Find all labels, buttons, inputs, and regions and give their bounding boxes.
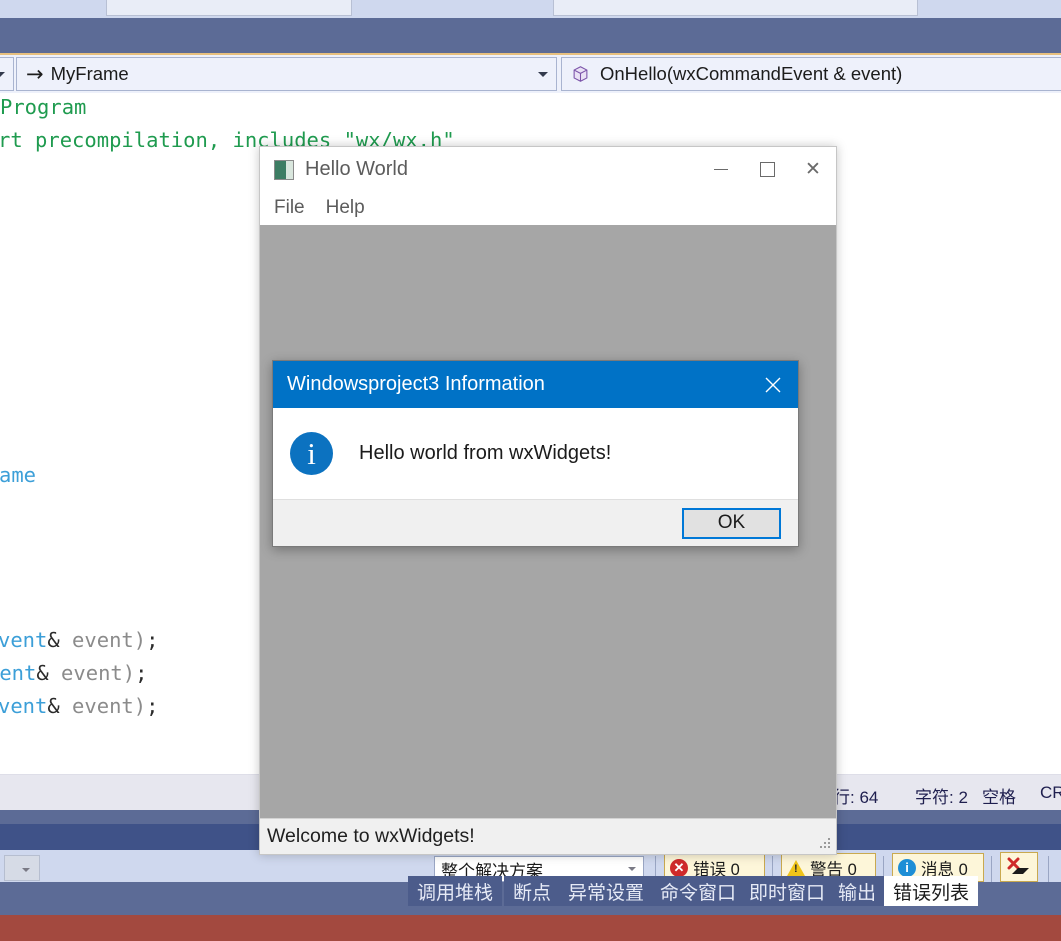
code-token: event (60, 694, 134, 718)
screen-root: → MyFrame OnHello(wxCommandEvent & event… (0, 0, 1061, 941)
arrow-right-icon: → (26, 64, 44, 85)
tab-call-stack[interactable]: 调用堆栈 (408, 876, 502, 906)
minimize-icon (714, 169, 728, 170)
close-button[interactable]: ✕ (790, 147, 836, 192)
status-encoding: CR (1040, 783, 1061, 803)
code-token: ) (134, 694, 146, 718)
clear-errors-button[interactable] (1000, 852, 1038, 882)
code-token: ; (146, 694, 158, 718)
window-status-bar: Welcome to wxWidgets! (260, 818, 836, 854)
code-token: ) (123, 661, 135, 685)
close-icon (762, 374, 784, 396)
code-line: vent& event); (0, 628, 158, 652)
menu-item-help[interactable]: Help (326, 197, 365, 219)
project-dropdown[interactable] (0, 57, 14, 91)
chevron-down-icon[interactable] (22, 868, 30, 872)
status-spaces: 空格 (982, 783, 1016, 808)
chevron-down-icon[interactable] (536, 67, 550, 81)
chevron-down-icon[interactable] (0, 67, 7, 81)
code-line: vent& event); (0, 661, 147, 685)
code-token: vent (0, 661, 36, 685)
scope-dropdown[interactable]: → MyFrame (16, 57, 557, 91)
code-token: event (60, 628, 134, 652)
member-dropdown[interactable]: OnHello(wxCommandEvent & event) (561, 57, 1061, 91)
window-controls: ✕ (698, 147, 836, 192)
warning-icon (787, 860, 805, 876)
ok-button[interactable]: OK (682, 508, 781, 539)
error-icon: ✕ (670, 859, 688, 877)
toolbar-separator (1048, 856, 1049, 882)
wxwidgets-app-icon (274, 160, 294, 180)
status-char-number: 字符: 2 (915, 783, 968, 808)
method-cube-icon (572, 65, 589, 83)
window-status-text: Welcome to wxWidgets! (267, 825, 475, 848)
window-title: Hello World (305, 158, 408, 181)
ide-docking-band (0, 18, 1061, 53)
dialog-body: i Hello world from wxWidgets! (273, 408, 798, 499)
dialog-title-bar: Windowsproject3 Information (273, 361, 798, 408)
minimize-button[interactable] (698, 147, 744, 192)
code-token: & (36, 661, 48, 685)
ide-toolbar-band (0, 0, 1061, 18)
toolbar-combo-b[interactable] (553, 0, 918, 16)
code-token: ) (134, 628, 146, 652)
tab-immediate-window[interactable]: 即时窗口 (740, 876, 834, 906)
close-icon: ✕ (805, 158, 821, 181)
clear-errors-icon (1007, 857, 1031, 877)
code-token: vent (0, 694, 47, 718)
information-dialog[interactable]: Windowsproject3 Information i Hello worl… (272, 360, 799, 547)
dialog-footer: OK (273, 499, 798, 546)
chevron-down-icon[interactable] (628, 867, 636, 871)
code-token: ; (146, 628, 158, 652)
ide-bottom-accent-bar (0, 915, 1061, 941)
tab-command-window[interactable]: 命令窗口 (651, 876, 745, 906)
toolbar-combo-a[interactable] (106, 0, 352, 16)
code-token: & (47, 628, 59, 652)
window-menu-bar: File Help (260, 192, 836, 223)
status-line-number: 行: 64 (833, 783, 878, 808)
dialog-message: Hello world from wxWidgets! (359, 442, 611, 465)
editor-navigation-bar: → MyFrame OnHello(wxCommandEvent & event… (0, 55, 1061, 93)
tab-breakpoints[interactable]: 断点 (504, 876, 560, 906)
code-line: ame (0, 463, 36, 487)
scope-dropdown-label: MyFrame (51, 63, 129, 85)
toolbar-separator (991, 856, 992, 882)
tab-error-list[interactable]: 错误列表 (884, 876, 978, 906)
code-token: vent (0, 628, 47, 652)
code-line: vent& event); (0, 694, 158, 718)
member-dropdown-label: OnHello(wxCommandEvent & event) (600, 63, 902, 85)
tab-exception-settings[interactable]: 异常设置 (559, 876, 653, 906)
menu-item-file[interactable]: File (274, 197, 305, 219)
code-token: ; (135, 661, 147, 685)
maximize-icon (760, 162, 775, 177)
resize-grip-icon[interactable] (820, 838, 831, 849)
dialog-title: Windowsproject3 Information (287, 373, 545, 396)
window-title-bar[interactable]: Hello World ✕ (260, 147, 836, 192)
code-line: Program (0, 95, 86, 119)
code-token: & (47, 694, 59, 718)
dialog-close-button[interactable] (748, 361, 798, 408)
information-icon: i (290, 432, 333, 475)
info-icon: i (898, 859, 916, 877)
tab-output[interactable]: 输出 (829, 876, 885, 906)
code-token: event (49, 661, 123, 685)
maximize-button[interactable] (744, 147, 790, 192)
